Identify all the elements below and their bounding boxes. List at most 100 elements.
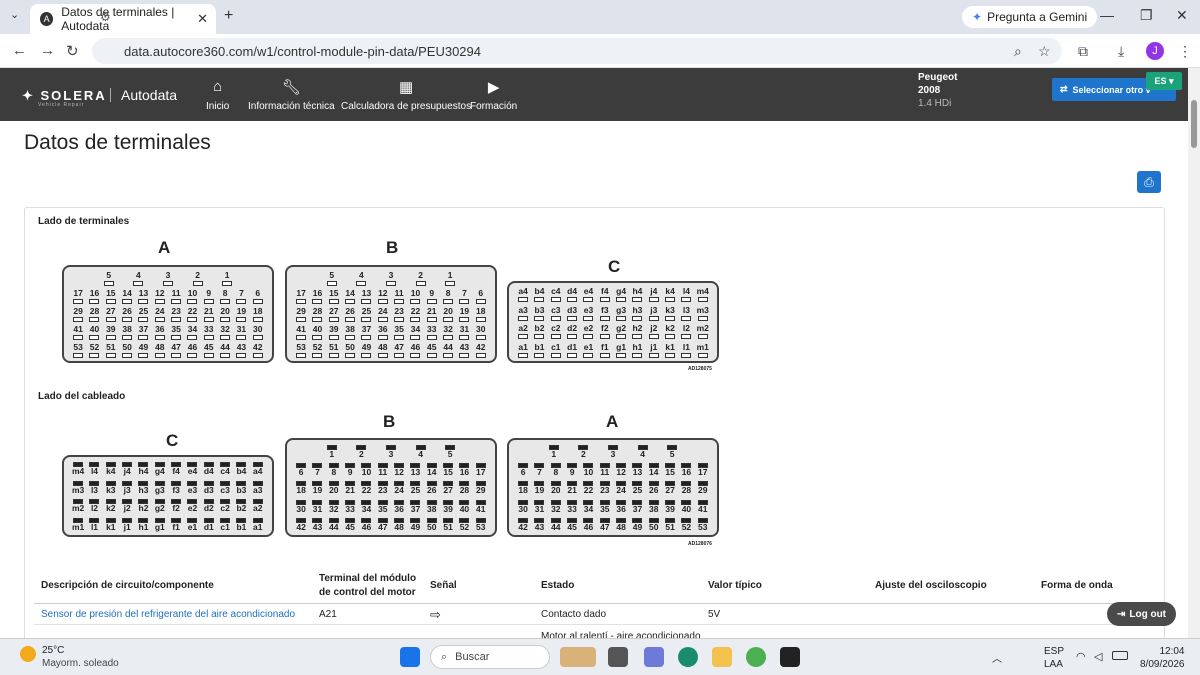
pin-label: 13 <box>138 288 149 298</box>
pin: e1 <box>185 517 199 532</box>
system-clock[interactable]: 12:04 8/09/2026 <box>1140 645 1185 671</box>
pin: 31 <box>457 325 471 340</box>
pin-label: 10 <box>361 467 372 478</box>
pin: 8 <box>549 462 563 477</box>
pin-label: 18 <box>518 485 528 496</box>
file-explorer-icon[interactable] <box>712 647 732 667</box>
pin: m4 <box>71 461 85 476</box>
url-input[interactable]: data.autocore360.com/w1/control-module-p… <box>92 38 1062 64</box>
back-icon[interactable]: ← <box>12 42 27 59</box>
col-header-signal: Señal <box>430 580 457 591</box>
volume-icon[interactable]: ◁ <box>1094 650 1102 663</box>
task-view-icon[interactable] <box>608 647 628 667</box>
chrome-icon[interactable] <box>746 647 766 667</box>
pin-slot <box>187 299 198 304</box>
pin: 2 <box>191 271 205 286</box>
pin: h1 <box>136 517 150 532</box>
pin-slot <box>518 315 529 321</box>
pin: l3 <box>679 305 693 321</box>
pin: 32 <box>441 325 455 340</box>
pin: 27 <box>663 480 677 495</box>
browser-tab[interactable]: A Datos de terminales | Autodata ✕ <box>30 4 216 34</box>
profile-avatar[interactable]: J <box>1146 42 1164 60</box>
pin-label: 28 <box>89 306 100 316</box>
pin-label: 51 <box>443 521 453 532</box>
pin: 50 <box>120 343 134 358</box>
pin: 24 <box>392 480 406 495</box>
pin-label: c2 <box>220 503 230 513</box>
weather-widget[interactable]: 25°C Mayorm. soleado <box>20 644 119 670</box>
site-settings-icon[interactable]: ⚙ <box>100 10 111 24</box>
nav-formacion[interactable]: ▶ Formación <box>470 78 517 112</box>
pin-row: 53 52 51 50 49 48 47 46 45 44 43 42 <box>64 343 272 358</box>
pin-label: j1 <box>650 341 658 352</box>
print-button[interactable]: ⎙ <box>1137 171 1161 193</box>
row-typical-value: 5V <box>708 609 721 620</box>
pin-row: 6 7 8 9 10 11 12 13 14 15 16 17 <box>509 462 717 477</box>
close-window-icon[interactable]: ✕ <box>1176 7 1188 24</box>
download-icon[interactable]: ⤓ <box>1118 43 1124 60</box>
nav-inicio[interactable]: ⌂ Inicio <box>206 78 229 112</box>
pin-label: e3 <box>187 484 198 495</box>
new-tab-icon[interactable]: + <box>224 7 233 25</box>
pin: 7 <box>234 289 248 304</box>
zoom-icon[interactable]: ⌕ <box>1014 43 1022 60</box>
search-highlight-icon[interactable] <box>560 647 596 667</box>
nav-informacion-tecnica[interactable]: 🔧︎ Información técnica <box>248 78 335 112</box>
pin-label: 44 <box>551 521 561 532</box>
pin: 6 <box>516 462 530 477</box>
wifi-icon[interactable]: ◠ <box>1076 650 1086 663</box>
pin-slot <box>89 335 100 340</box>
browser-tab-bar: ⌄ A Datos de terminales | Autodata ✕ + ✦… <box>0 0 1200 34</box>
pin-slot <box>252 353 263 358</box>
menu-dots-icon[interactable]: ⋮ <box>1178 43 1192 60</box>
pin-label: 46 <box>410 342 421 352</box>
pin: 33 <box>202 325 216 340</box>
copilot-icon[interactable] <box>644 647 664 667</box>
tray-chevron-icon[interactable]: ︿ <box>992 650 1002 665</box>
nav-calculadora[interactable]: ▦ Calculadora de presupuestos <box>341 78 471 112</box>
pin-label: 30 <box>253 324 263 334</box>
pin-slot <box>122 353 133 358</box>
pin: 19 <box>532 480 546 495</box>
gemini-button[interactable]: ✦ Pregunta a Gemini <box>962 6 1098 28</box>
tab-search-chevron-icon[interactable]: ⌄ <box>10 8 19 21</box>
pin-slot <box>665 297 676 302</box>
row-description-link[interactable]: Sensor de presión del refrigerante del a… <box>41 609 295 620</box>
solera-mark-icon: ✦ <box>22 88 41 103</box>
scrollbar-thumb[interactable] <box>1191 100 1197 148</box>
pin-label: j4 <box>123 466 131 476</box>
pin: 21 <box>425 307 439 322</box>
autodata-favicon-icon: A <box>40 12 54 26</box>
close-tab-icon[interactable]: ✕ <box>197 11 208 27</box>
language-dropdown[interactable]: ES ▾ <box>1146 72 1182 90</box>
pin-slot <box>377 299 388 304</box>
pin-slot <box>583 334 594 339</box>
restore-icon[interactable]: ❐ <box>1140 7 1153 24</box>
bookmark-star-icon[interactable]: ☆ <box>1038 43 1051 60</box>
forward-icon[interactable]: → <box>40 42 55 59</box>
extensions-icon[interactable]: ⧉ <box>1078 43 1088 60</box>
pin-slot <box>171 335 182 340</box>
page-scrollbar[interactable] <box>1188 68 1200 638</box>
windows-start-icon[interactable] <box>400 647 420 667</box>
taskbar-search[interactable]: ⌕ Buscar <box>430 645 550 669</box>
battery-icon[interactable] <box>1112 651 1128 660</box>
clock-date: 8/09/2026 <box>1140 659 1185 670</box>
pin-label: 10 <box>410 288 421 298</box>
pin: d2 <box>202 498 216 513</box>
pin-label: 21 <box>427 306 437 316</box>
pin: j3 <box>120 480 134 495</box>
edge-icon[interactable] <box>678 647 698 667</box>
app-icon[interactable] <box>780 647 800 667</box>
sun-icon <box>20 646 36 662</box>
pin: 24 <box>376 307 390 322</box>
pin: 5 <box>665 444 679 459</box>
reload-icon[interactable]: ↻ <box>66 42 79 60</box>
pin-slot <box>459 317 470 322</box>
input-language[interactable]: ESP LAA <box>1044 645 1064 671</box>
pin-label: 27 <box>329 306 339 316</box>
logout-button[interactable]: ⇥ Log out <box>1107 602 1176 626</box>
minimize-icon[interactable]: — <box>1100 7 1114 23</box>
pin-slot <box>534 315 545 321</box>
